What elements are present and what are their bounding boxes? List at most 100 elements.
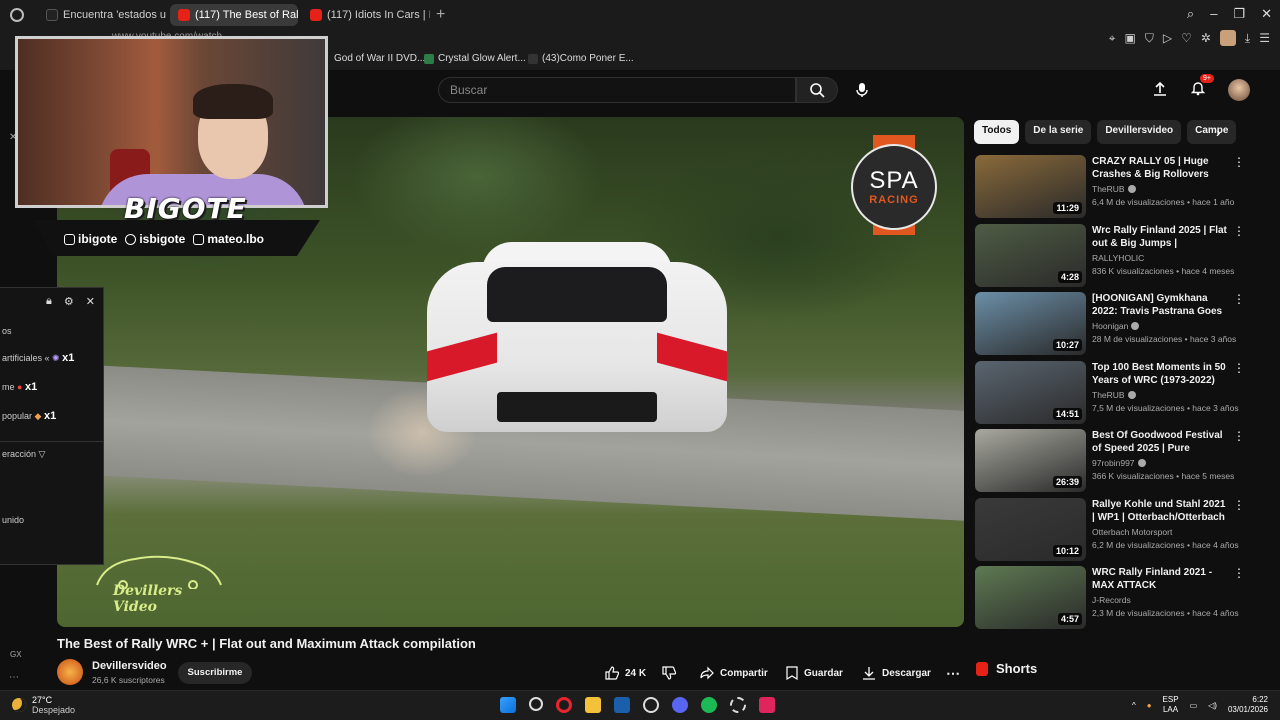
recommendation-channel[interactable]: TheRUB <box>1092 184 1136 194</box>
filter-icon[interactable]: ▽ <box>39 449 46 459</box>
recommendation-item[interactable]: 11:29 CRAZY RALLY 05 | Huge Crashes & Big… <box>975 155 1245 219</box>
new-tab-button[interactable]: + <box>436 6 445 24</box>
recommendation-title[interactable]: [HOONIGAN] Gymkhana 2022: Travis Pastran… <box>1092 292 1230 319</box>
more-vert-icon[interactable]: ⋮ <box>1233 430 1245 442</box>
upload-button[interactable] <box>1152 80 1168 101</box>
github-icon[interactable] <box>643 697 659 713</box>
start-icon[interactable] <box>500 697 516 713</box>
more-vert-icon[interactable]: ⋮ <box>1233 156 1245 168</box>
pin-icon[interactable]: ⌖ <box>1109 31 1116 46</box>
folder-icon[interactable] <box>585 697 601 713</box>
account-avatar[interactable] <box>1228 79 1250 101</box>
download-icon[interactable]: ⤓ <box>1245 31 1250 46</box>
dislike-button[interactable] <box>662 662 676 684</box>
screenshot-icon[interactable]: ▣ <box>1125 31 1136 45</box>
bookmark-item[interactable]: God of War II DVD... <box>334 53 425 64</box>
channel-name[interactable]: Devillersvideo <box>92 660 167 672</box>
browser-logo-icon[interactable] <box>10 8 24 22</box>
chevron-up-icon[interactable]: ^ <box>1132 701 1136 710</box>
chip-todos[interactable]: Todos <box>974 120 1020 144</box>
voice-search-button[interactable] <box>850 78 874 102</box>
search-input[interactable]: Buscar <box>438 77 796 103</box>
chip-devillersvideo[interactable]: Devillersvideo <box>1097 120 1182 144</box>
tab-idiots-in-cars[interactable]: (117) Idiots In Cars | Ridicu <box>302 4 430 26</box>
recommendation-channel[interactable]: J-Records <box>1092 595 1131 605</box>
chip-de-la-serie[interactable]: De la serie <box>1025 120 1092 144</box>
search-button[interactable] <box>796 77 838 103</box>
download-button[interactable]: Descargar <box>862 662 931 684</box>
recommendation-item[interactable]: 10:12 Rallye Kohle und Stahl 2021 | WP1 |… <box>975 498 1245 562</box>
weather-widget[interactable]: 27°C Despejado <box>12 695 75 715</box>
recommendation-item[interactable]: 26:39 Best Of Goodwood Festival of Speed … <box>975 429 1245 493</box>
save-button[interactable]: Guardar <box>786 662 843 684</box>
video-thumbnail[interactable]: 10:27 <box>975 292 1086 355</box>
mic-tray-icon[interactable]: ● <box>1147 701 1152 710</box>
shield-icon[interactable]: ⛉ <box>1145 31 1154 46</box>
more-vert-icon[interactable]: ⋮ <box>1233 225 1245 237</box>
recommendation-title[interactable]: Best Of Goodwood Festival of Speed 2025 … <box>1092 429 1230 456</box>
recommendation-item[interactable]: 14:51 Top 100 Best Moments in 50 Years of… <box>975 361 1245 425</box>
close-window-button[interactable]: ✕ <box>1261 6 1272 22</box>
menu-icon[interactable]: ☰ <box>1259 31 1270 45</box>
video-thumbnail[interactable]: 4:28 <box>975 224 1086 287</box>
more-vert-icon[interactable]: ⋮ <box>1233 293 1245 305</box>
chip-campe[interactable]: Campe <box>1187 120 1237 144</box>
recommendation-title[interactable]: Rallye Kohle und Stahl 2021 | WP1 | Otte… <box>1092 498 1230 525</box>
recommendation-channel[interactable]: TheRUB <box>1092 390 1136 400</box>
heart-icon[interactable]: ♡ <box>1181 31 1192 45</box>
close-icon[interactable]: ✕ <box>86 295 95 308</box>
bookmark-item[interactable]: (43)Como Poner E... <box>528 53 634 64</box>
more-actions-button[interactable]: ⋯ <box>946 662 960 684</box>
profile-avatar[interactable] <box>1219 30 1236 46</box>
recommendation-channel[interactable]: Otterbach Motorsport <box>1092 527 1172 537</box>
network-icon[interactable]: ▭ <box>1190 701 1198 710</box>
discord-icon[interactable] <box>672 697 688 713</box>
more-vert-icon[interactable]: ⋮ <box>1233 362 1245 374</box>
more-vert-icon[interactable]: ⋮ <box>1233 499 1245 511</box>
video-thumbnail[interactable]: 4:57 <box>975 566 1086 629</box>
bookmark-item[interactable]: Crystal Glow Alert... <box>424 53 526 64</box>
recommendation-channel[interactable]: RALLYHOLIC <box>1092 253 1144 263</box>
channel-avatar[interactable] <box>57 659 83 685</box>
play-icon[interactable]: ▷ <box>1163 31 1172 45</box>
volume-icon[interactable]: ◁) <box>1208 701 1217 710</box>
tab-rally-video[interactable]: (117) The Best of Rally WRC <box>170 4 298 26</box>
recommendation-channel[interactable]: 97robin997 <box>1092 458 1146 468</box>
steam-icon[interactable] <box>614 697 630 713</box>
video-thumbnail[interactable]: 10:12 <box>975 498 1086 561</box>
restore-button[interactable]: ❐ <box>1233 6 1245 22</box>
recommendation-title[interactable]: Wrc Rally Finland 2025 | Flat out & Big … <box>1092 224 1230 250</box>
spotify-icon[interactable] <box>701 697 717 713</box>
recommendation-title[interactable]: CRAZY RALLY 05 | Huge Crashes & Big Roll… <box>1092 155 1230 182</box>
extensions-icon[interactable]: ✲ <box>1201 31 1211 45</box>
settings-icon[interactable] <box>730 697 746 713</box>
chevron-right-icon[interactable]: › <box>1216 124 1221 140</box>
notifications-button[interactable]: 9+ <box>1190 73 1214 101</box>
language-indicator[interactable]: ESP LAA <box>1163 695 1179 715</box>
search-tabs-icon[interactable]: ⌕ <box>1187 6 1194 22</box>
video-thumbnail[interactable]: 26:39 <box>975 429 1086 492</box>
recommendation-item[interactable]: 10:27 [HOONIGAN] Gymkhana 2022: Travis Pa… <box>975 292 1245 356</box>
recommendation-item[interactable]: 4:57 WRC Rally Finland 2021 - MAX ATTACK J… <box>975 566 1245 630</box>
clock[interactable]: 6:22 03/01/2026 <box>1228 695 1268 715</box>
recommendation-title[interactable]: WRC Rally Finland 2021 - MAX ATTACK <box>1092 566 1230 592</box>
lock-icon[interactable]: 🔒︎ <box>46 295 52 308</box>
search-icon[interactable] <box>529 697 543 711</box>
video-thumbnail[interactable]: 11:29 <box>975 155 1086 218</box>
minimize-button[interactable]: – <box>1210 6 1217 22</box>
share-button[interactable]: Compartir <box>700 662 768 684</box>
gear-icon[interactable]: ⚙ <box>64 295 74 308</box>
tab-tiktok-search[interactable]: Encuentra 'estados unidos <box>38 4 166 26</box>
twitch-icon <box>64 233 75 245</box>
more-vert-icon[interactable]: ⋮ <box>1233 567 1245 579</box>
recommendation-title[interactable]: Top 100 Best Moments in 50 Years of WRC … <box>1092 361 1230 387</box>
windows-taskbar: 27°C Despejado ^ ● ESP LAA ▭ ◁) 6:22 03/… <box>0 690 1280 720</box>
opera-gx-icon[interactable] <box>556 697 572 713</box>
like-button[interactable]: 24 K <box>605 662 646 684</box>
tiktok-app-icon[interactable] <box>759 697 775 713</box>
subscribe-button[interactable]: Suscribirme <box>178 662 252 684</box>
recommendation-channel[interactable]: Hoonigan <box>1092 321 1140 331</box>
video-thumbnail[interactable]: 14:51 <box>975 361 1086 424</box>
recommendation-item[interactable]: 4:28 Wrc Rally Finland 2025 | Flat out & … <box>975 224 1245 288</box>
more-icon[interactable]: ⋯ <box>9 672 19 683</box>
